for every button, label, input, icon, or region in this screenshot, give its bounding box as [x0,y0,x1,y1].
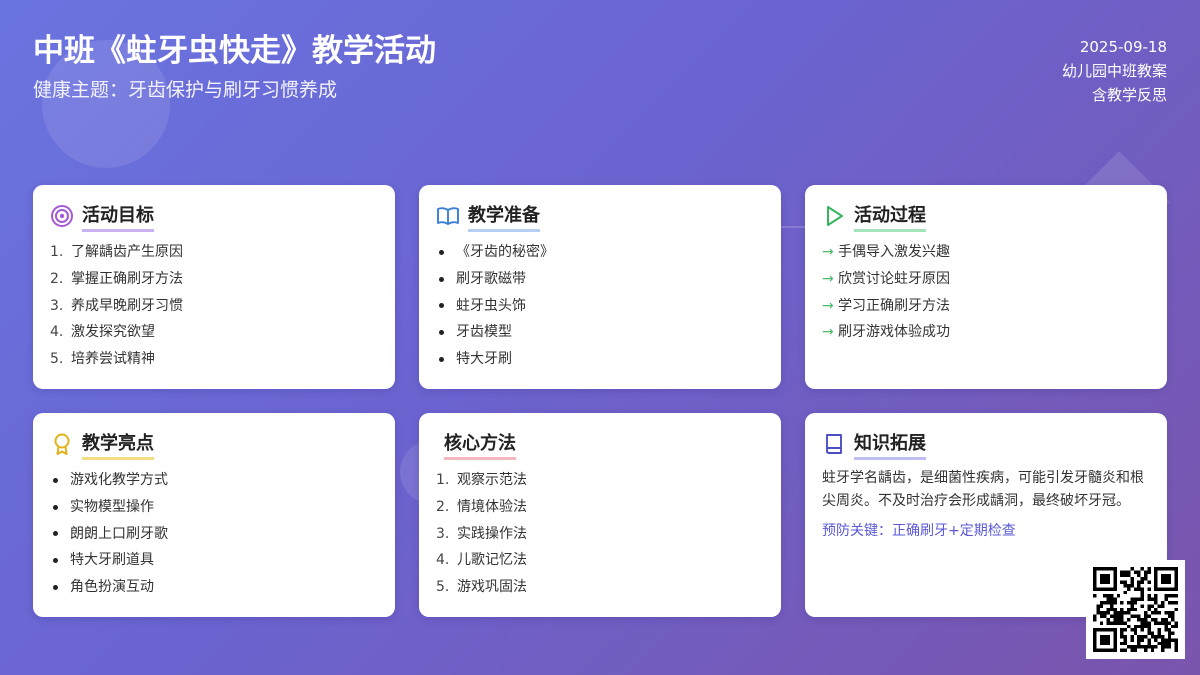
highlights-list: 游戏化教学方式 实物模型操作 朗朗上口刷牙歌 特大牙刷道具 角色扮演互动 [50,467,378,601]
list-item: 游戏化教学方式 [50,467,378,494]
card-highlights: 教学亮点 游戏化教学方式 实物模型操作 朗朗上口刷牙歌 特大牙刷道具 角色扮演互… [33,413,395,617]
target-icon [50,204,74,228]
prevention-key-text: 预防关键：正确刷牙+定期检查 [822,523,1016,539]
card-process: 活动过程 → 手偶导入激发兴趣 → 欣赏讨论蛀牙原因 → 学习正确刷牙方法 → 刷牙游戏… [805,185,1167,389]
card-title-methods: 核心方法 [444,429,516,460]
meta-text-class: 幼儿园中班教案 [1061,62,1167,80]
list-item: 《牙齿的秘密》 [436,239,764,266]
list-item: 朗朗上口刷牙歌 [50,521,378,548]
card-title-highlights: 教学亮点 [82,429,154,460]
list-item: → 欣赏讨论蛀牙原因 [822,266,1150,293]
list-item: 蛀牙虫头饰 [436,293,764,320]
methods-list: 1. 观察示范法 2. 情境体验法 3. 实践操作法 4. 儿歌记忆法 5. 游戏巩固法 [436,467,764,601]
knowledge-text: 蛀牙学名龋齿，是细菌性疾病，可能引发牙髓炎和根尖周炎。不及时治疗会形成龋洞，最终… [822,470,1144,509]
list-item: → 学习正确刷牙方法 [822,293,1150,320]
arrow-right-icon: → [822,244,834,260]
list-item: 2. 掌握正确刷牙方法 [50,270,183,287]
list-item: 特大牙刷 [436,346,764,373]
prep-list: 《牙齿的秘密》 刷牙歌磁带 蛀牙虫头饰 牙齿模型 特大牙刷 [436,239,764,373]
list-item: 4. 激发探究欲望 [50,324,155,341]
book-icon [822,432,846,456]
card-title-goals: 活动目标 [82,201,154,232]
list-item: 特大牙刷道具 [50,547,378,574]
card-title-prep: 教学准备 [468,201,540,232]
list-item: 1. 观察示范法 [436,472,527,488]
play-icon [822,204,846,228]
list-item: 5. 培养尝试精神 [50,351,155,368]
header: 中班《蛀牙虫快走》教学活动 健康主题：牙齿保护与刷牙习惯养成 [33,30,436,104]
arrow-right-icon: → [822,270,834,287]
process-list: → 手偶导入激发兴趣 → 欣赏讨论蛀牙原因 → 学习正确刷牙方法 → 刷牙游戏体验成功 [822,239,1150,346]
open-book-icon [436,204,460,228]
award-icon [50,432,74,456]
card-methods: 核心方法 1. 观察示范法 2. 情境体验法 3. 实践操作法 4. 儿歌记忆法 5. 游… [419,413,781,617]
date-text: 2025-09-18 [1079,38,1167,56]
list-item: 4. 儿歌记忆法 [436,552,527,569]
arrow-right-icon: → [822,297,834,314]
arrow-right-icon: → [822,324,834,341]
meta-text-reflection: 含教学反思 [1091,86,1167,104]
list-item: 3. 实践操作法 [436,525,527,542]
page-title: 中班《蛀牙虫快走》教学活动 [33,33,436,69]
list-item: 2. 情境体验法 [436,498,527,515]
list-item: 3. 养成早晚刷牙习惯 [50,297,183,314]
list-item: 刷牙歌磁带 [436,266,764,293]
list-item: 角色扮演互动 [50,574,378,601]
list-item: → 刷牙游戏体验成功 [822,319,1150,346]
list-item: 实物模型操作 [50,494,378,521]
list-item: 牙齿模型 [436,319,764,346]
card-title-knowledge: 知识拓展 [854,429,926,460]
card-title-process: 活动过程 [854,201,926,232]
header-meta: 2025-09-18 幼儿园中班教案 含教学反思 [1062,35,1167,107]
goals-list: 1. 了解龋齿产生原因 2. 掌握正确刷牙方法 3. 养成早晚刷牙习惯 4. 激发探究欲… [50,239,378,373]
qr-code-image [1093,567,1178,652]
page-subtitle: 健康主题：牙齿保护与刷牙习惯养成 [33,79,338,101]
qr-code [1086,560,1185,659]
card-goals: 活动目标 1. 了解龋齿产生原因 2. 掌握正确刷牙方法 3. 养成早晚刷牙习惯 4.… [33,185,395,389]
list-item: 1. 了解龋齿产生原因 [50,244,183,260]
list-item: 5. 游戏巩固法 [436,579,527,596]
card-prep: 教学准备 《牙齿的秘密》 刷牙歌磁带 蛀牙虫头饰 牙齿模型 特大牙刷 [419,185,781,389]
list-item: → 手偶导入激发兴趣 [822,239,1150,266]
